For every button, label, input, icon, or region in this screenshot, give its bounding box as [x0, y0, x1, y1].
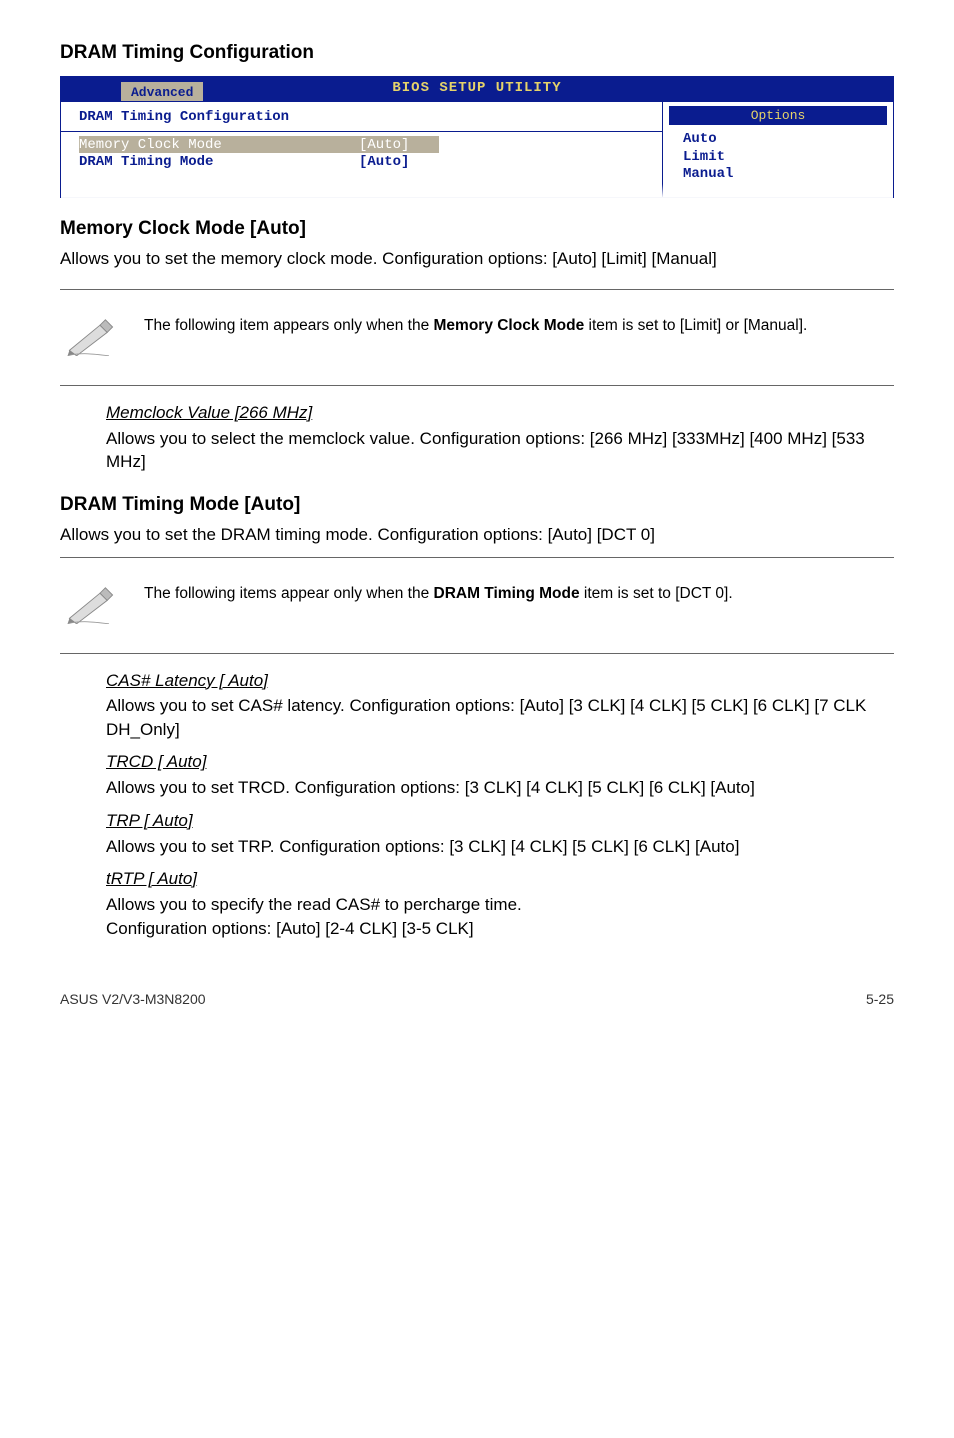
bios-config-title: DRAM Timing Configuration [79, 108, 662, 131]
bios-option[interactable]: Limit [683, 149, 887, 167]
bios-row-dram-timing[interactable]: DRAM Timing Mode [Auto] [79, 153, 662, 170]
footer-right: 5-25 [866, 990, 894, 1009]
bios-options-title: Options [669, 106, 887, 126]
bios-option[interactable]: Auto [683, 131, 887, 149]
trcd-block: TRCD [ Auto] Allows you to set TRCD. Con… [60, 751, 894, 799]
bios-row-label: Memory Clock Mode [79, 136, 359, 153]
mem-clock-heading: Memory Clock Mode [Auto] [60, 216, 894, 242]
note-text: The following item appears only when the… [144, 316, 894, 337]
trtp-line1: Allows you to specify the read CAS# to p… [106, 893, 894, 916]
bios-right-pane: Options Auto Limit Manual [663, 102, 893, 197]
cas-latency-block: CAS# Latency [ Auto] Allows you to set C… [60, 670, 894, 742]
section-heading: DRAM Timing Configuration [60, 40, 894, 66]
bios-row-label: DRAM Timing Mode [79, 153, 359, 170]
bios-option[interactable]: Manual [683, 166, 887, 184]
bios-title: BIOS SETUP UTILITY [392, 79, 561, 98]
trtp-line2: Configuration options: [Auto] [2-4 CLK] … [106, 917, 894, 940]
trcd-body: Allows you to set TRCD. Configuration op… [106, 776, 894, 799]
bios-row-value: [Auto] [359, 136, 439, 153]
bios-fade [61, 184, 893, 198]
cas-body: Allows you to set CAS# latency. Configur… [106, 694, 894, 741]
memclock-value-title: Memclock Value [266 MHz] [106, 402, 894, 425]
bios-body: DRAM Timing Configuration Memory Clock M… [61, 101, 893, 197]
memclock-value-body: Allows you to select the memclock value.… [106, 427, 894, 474]
bios-header: BIOS SETUP UTILITY Advanced [61, 77, 893, 101]
trcd-title: TRCD [ Auto] [106, 751, 894, 774]
mem-clock-body: Allows you to set the memory clock mode.… [60, 247, 894, 271]
trtp-title: tRTP [ Auto] [106, 868, 894, 891]
dram-timing-body: Allows you to set the DRAM timing mode. … [60, 523, 894, 547]
trtp-block: tRTP [ Auto] Allows you to specify the r… [60, 868, 894, 940]
memclock-value-block: Memclock Value [266 MHz] Allows you to s… [60, 402, 894, 474]
footer-left: ASUS V2/V3-M3N8200 [60, 990, 206, 1009]
page-footer: ASUS V2/V3-M3N8200 5-25 [60, 990, 894, 1009]
bios-options-list: Auto Limit Manual [669, 131, 887, 184]
bios-left-pane: DRAM Timing Configuration Memory Clock M… [61, 102, 663, 197]
bios-panel: BIOS SETUP UTILITY Advanced DRAM Timing … [60, 76, 894, 198]
bios-row-value: [Auto] [359, 153, 439, 170]
cas-title: CAS# Latency [ Auto] [106, 670, 894, 693]
pencil-note-icon [64, 584, 144, 631]
trp-title: TRP [ Auto] [106, 810, 894, 833]
pencil-note-icon [64, 316, 144, 363]
note-dram-timing: The following items appear only when the… [60, 557, 894, 654]
note-memory-clock: The following item appears only when the… [60, 289, 894, 386]
dram-timing-heading: DRAM Timing Mode [Auto] [60, 492, 894, 518]
trp-block: TRP [ Auto] Allows you to set TRP. Confi… [60, 810, 894, 858]
note-text: The following items appear only when the… [144, 584, 894, 605]
trp-body: Allows you to set TRP. Configuration opt… [106, 835, 894, 858]
bios-tab-advanced[interactable]: Advanced [121, 82, 203, 101]
bios-row-memory-clock[interactable]: Memory Clock Mode [Auto] [79, 136, 662, 153]
